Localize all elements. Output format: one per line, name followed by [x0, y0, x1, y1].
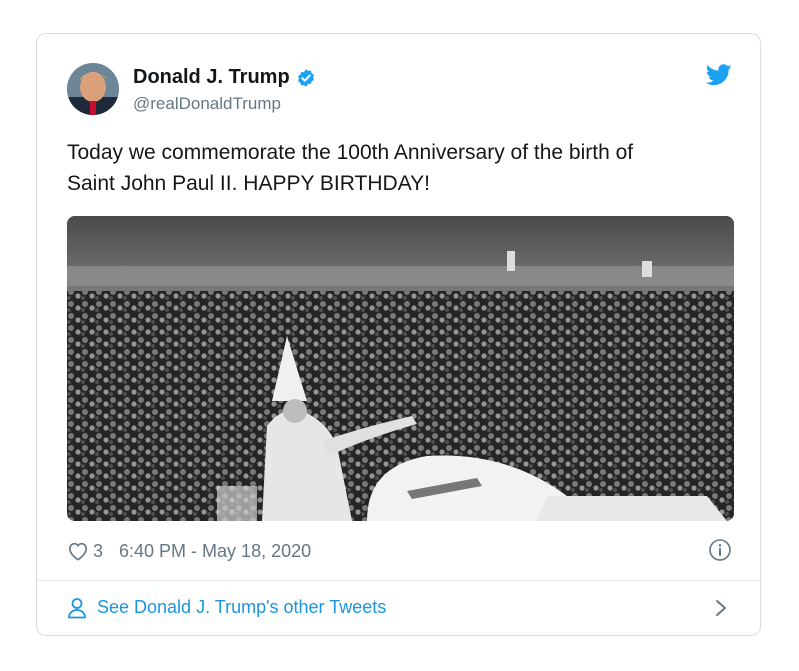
tweet-text: Today we commemorate the 100th Anniversa…	[67, 137, 727, 199]
author-display-name[interactable]: Donald J. Trump	[133, 66, 290, 89]
person-icon	[68, 598, 86, 619]
heart-icon[interactable]	[67, 541, 89, 561]
info-icon[interactable]	[708, 538, 732, 562]
author-name-row: Donald J. Trump	[133, 66, 316, 89]
verified-badge-icon	[297, 68, 314, 87]
author-handle[interactable]: @realDonaldTrump	[133, 94, 281, 114]
tweet-timestamp[interactable]: 6:40 PM - May 18, 2020	[119, 541, 311, 562]
tweet-footer: 3 6:40 PM - May 18, 2020	[67, 538, 311, 564]
avatar-image	[67, 63, 119, 115]
like-count: 3	[93, 540, 104, 561]
tweet-text-line-2: Saint John Paul II. HAPPY BIRTHDAY!	[67, 172, 430, 195]
photo-crowd-scene	[67, 216, 734, 521]
tweet-card: Donald J. Trump @realDonaldTrump Today w…	[36, 33, 761, 636]
avatar[interactable]	[67, 63, 119, 115]
twitter-bird-icon[interactable]	[706, 64, 732, 86]
see-other-tweets-link[interactable]: See Donald J. Trump's other Tweets	[37, 581, 760, 636]
tweet-text-line-1: Today we commemorate the 100th Anniversa…	[67, 141, 634, 164]
tweet-photo[interactable]	[67, 216, 734, 521]
see-other-tweets-label: See Donald J. Trump's other Tweets	[97, 597, 387, 617]
chevron-right-icon	[716, 600, 726, 616]
